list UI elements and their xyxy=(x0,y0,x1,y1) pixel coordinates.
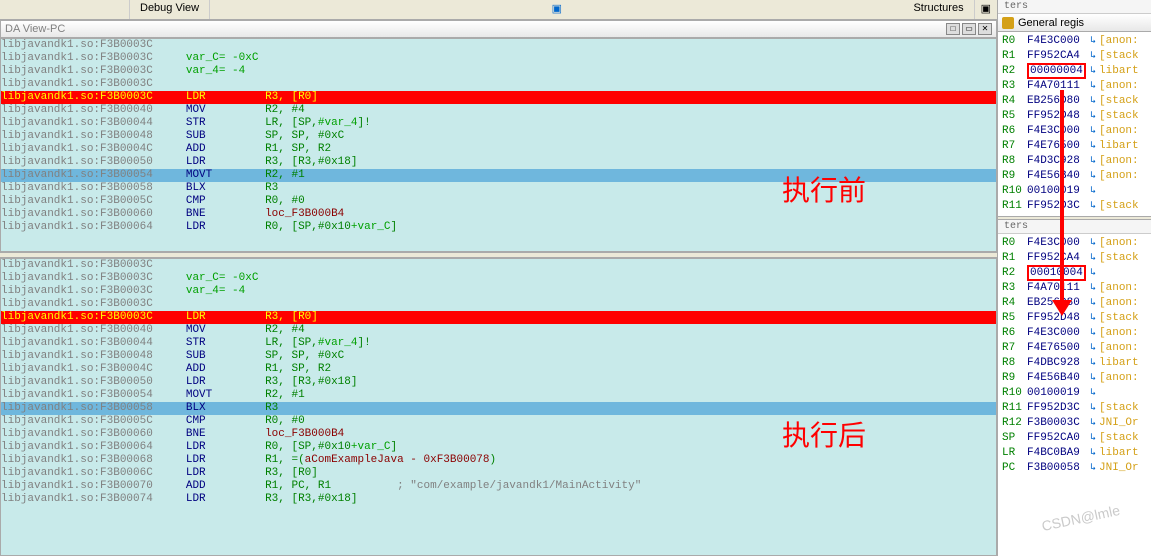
register-row[interactable]: R0F4E3C000↳[anon: xyxy=(1002,34,1147,49)
disasm-line[interactable]: libjavandk1.so:F3B0003C LDR R3, [R0] xyxy=(1,311,996,324)
disasm-line[interactable]: libjavandk1.so:F3B00040 MOV R2, #4 xyxy=(1,324,996,337)
disasm-line[interactable]: libjavandk1.so:F3B00064 LDR R0, [SP,#0x1… xyxy=(1,221,996,234)
disasm-line[interactable]: libjavandk1.so:F3B00060 BNE loc_F3B000B4 xyxy=(1,208,996,221)
register-row[interactable]: R7F4E76500↳libart xyxy=(1002,139,1147,154)
disasm-line[interactable]: libjavandk1.so:F3B0003C xyxy=(1,259,996,272)
disasm-line[interactable]: libjavandk1.so:F3B00048 SUB SP, SP, #0xC xyxy=(1,350,996,363)
disasm-line[interactable]: libjavandk1.so:F3B00058 BLX R3 xyxy=(1,182,996,195)
disasm-line[interactable]: libjavandk1.so:F3B00044 STR LR, [SP,#var… xyxy=(1,337,996,350)
disasm-line[interactable]: libjavandk1.so:F3B00058 BLX R3 xyxy=(1,402,996,415)
register-row[interactable]: R1000100019↳ xyxy=(1002,184,1147,199)
register-row[interactable]: R1FF952CA4↳[stack xyxy=(1002,49,1147,64)
register-row[interactable]: R8F4DBC928↳libart xyxy=(1002,356,1147,371)
registers-title: General regis xyxy=(998,14,1151,32)
register-row[interactable]: R7F4E76500↳[anon: xyxy=(1002,341,1147,356)
register-row[interactable]: R4EB256D80↳[stack xyxy=(1002,94,1147,109)
disasm-line[interactable]: libjavandk1.so:F3B0003C var_4= -4 xyxy=(1,285,996,298)
register-row[interactable]: SPFF952CA0↳[stack xyxy=(1002,431,1147,446)
register-row[interactable]: R200010004↳ xyxy=(1002,266,1147,281)
disasm-title-bar: DA View-PC □ ▭ ✕ xyxy=(0,20,997,38)
register-row[interactable]: R1FF952CA4↳[stack xyxy=(1002,251,1147,266)
register-row[interactable]: R0F4E3C000↳[anon: xyxy=(1002,236,1147,251)
register-row[interactable]: R11FF952D3C↳[stack xyxy=(1002,199,1147,214)
register-row[interactable]: R200000004↳libart xyxy=(1002,64,1147,79)
ters-tab-2[interactable]: ters xyxy=(998,220,1151,234)
register-row[interactable]: LRF4BC0BA9↳libart xyxy=(1002,446,1147,461)
register-row[interactable]: R12F3B0003C↳JNI_Or xyxy=(1002,416,1147,431)
register-row[interactable]: PCF3B00058↳JNI_Or xyxy=(1002,461,1147,476)
disasm-line[interactable]: libjavandk1.so:F3B0003C xyxy=(1,78,996,91)
disasm-line[interactable]: libjavandk1.so:F3B00074 LDR R3, [R3,#0x1… xyxy=(1,493,996,506)
disasm-line[interactable]: libjavandk1.so:F3B00040 MOV R2, #4 xyxy=(1,104,996,117)
disasm-pane-before[interactable]: 执行前 libjavandk1.so:F3B0003C libjavandk1.… xyxy=(0,38,997,252)
disasm-line[interactable]: libjavandk1.so:F3B0003C LDR R3, [R0] xyxy=(1,91,996,104)
disasm-line[interactable]: libjavandk1.so:F3B00070 ADD R1, PC, R1 ;… xyxy=(1,480,996,493)
register-icon xyxy=(1002,17,1014,29)
disasm-line[interactable]: libjavandk1.so:F3B0004C ADD R1, SP, R2 xyxy=(1,363,996,376)
view-title: DA View-PC xyxy=(5,23,944,35)
disasm-line[interactable]: libjavandk1.so:F3B0003C xyxy=(1,298,996,311)
disasm-pane-after[interactable]: 执行后 libjavandk1.so:F3B0003C libjavandk1.… xyxy=(0,258,997,556)
disasm-line[interactable]: libjavandk1.so:F3B0006C LDR R3, [R0] xyxy=(1,467,996,480)
disasm-line[interactable]: libjavandk1.so:F3B00054 MOVT R2, #1 xyxy=(1,169,996,182)
ters-tab[interactable]: ters xyxy=(998,0,1151,14)
disasm-line[interactable]: libjavandk1.so:F3B0003C var_C= -0xC xyxy=(1,52,996,65)
register-row[interactable]: R8F4D3C928↳[anon: xyxy=(1002,154,1147,169)
register-row[interactable]: R3F4A70111↳[anon: xyxy=(1002,281,1147,296)
disasm-line[interactable]: libjavandk1.so:F3B0003C var_C= -0xC xyxy=(1,272,996,285)
disasm-line[interactable]: libjavandk1.so:F3B0003C var_4= -4 xyxy=(1,65,996,78)
registers-list-before[interactable]: R0F4E3C000↳[anon:R1FF952CA4↳[stackR20000… xyxy=(998,32,1151,216)
structures-tab[interactable]: Structures xyxy=(903,0,974,19)
disasm-line[interactable]: libjavandk1.so:F3B00048 SUB SP, SP, #0xC xyxy=(1,130,996,143)
disasm-line[interactable]: libjavandk1.so:F3B00068 LDR R1, =(aComEx… xyxy=(1,454,996,467)
registers-panel: ters General regis R0F4E3C000↳[anon:R1FF… xyxy=(997,0,1151,556)
register-row[interactable]: R4EB256D80↳[anon: xyxy=(1002,296,1147,311)
disasm-line[interactable]: libjavandk1.so:F3B00054 MOVT R2, #1 xyxy=(1,389,996,402)
register-row[interactable]: R1000100019↳ xyxy=(1002,386,1147,401)
disasm-line[interactable]: libjavandk1.so:F3B00050 LDR R3, [R3,#0x1… xyxy=(1,156,996,169)
disasm-line[interactable]: libjavandk1.so:F3B0003C xyxy=(1,39,996,52)
disasm-line[interactable]: libjavandk1.so:F3B00064 LDR R0, [SP,#0x1… xyxy=(1,441,996,454)
top-toolbar: Debug View ▣ Structures ▣ xyxy=(0,0,997,20)
register-row[interactable]: R6F4E3C000↳[anon: xyxy=(1002,326,1147,341)
disasm-line[interactable]: libjavandk1.so:F3B00044 STR LR, [SP,#var… xyxy=(1,117,996,130)
disasm-line[interactable]: libjavandk1.so:F3B00060 BNE loc_F3B000B4 xyxy=(1,428,996,441)
register-row[interactable]: R3F4A70111↳[anon: xyxy=(1002,79,1147,94)
register-row[interactable]: R9F4E56B40↳[anon: xyxy=(1002,169,1147,184)
register-row[interactable]: R6F4E3C000↳[anon: xyxy=(1002,124,1147,139)
disasm-line[interactable]: libjavandk1.so:F3B0005C CMP R0, #0 xyxy=(1,195,996,208)
disasm-line[interactable]: libjavandk1.so:F3B0005C CMP R0, #0 xyxy=(1,415,996,428)
maximize-button[interactable]: ▭ xyxy=(962,23,976,35)
registers-list-after[interactable]: R0F4E3C000↳[anon:R1FF952CA4↳[stackR20001… xyxy=(998,234,1151,478)
register-row[interactable]: R5FF952D48↳[stack xyxy=(1002,109,1147,124)
disasm-line[interactable]: libjavandk1.so:F3B0004C ADD R1, SP, R2 xyxy=(1,143,996,156)
minimize-button[interactable]: □ xyxy=(946,23,960,35)
close-button[interactable]: ✕ xyxy=(978,23,992,35)
disasm-line[interactable]: libjavandk1.so:F3B00050 LDR R3, [R3,#0x1… xyxy=(1,376,996,389)
register-row[interactable]: R9F4E56B40↳[anon: xyxy=(1002,371,1147,386)
register-row[interactable]: R11FF952D3C↳[stack xyxy=(1002,401,1147,416)
debug-view-tab[interactable]: Debug View xyxy=(130,0,210,19)
register-row[interactable]: R5FF952D48↳[stack xyxy=(1002,311,1147,326)
